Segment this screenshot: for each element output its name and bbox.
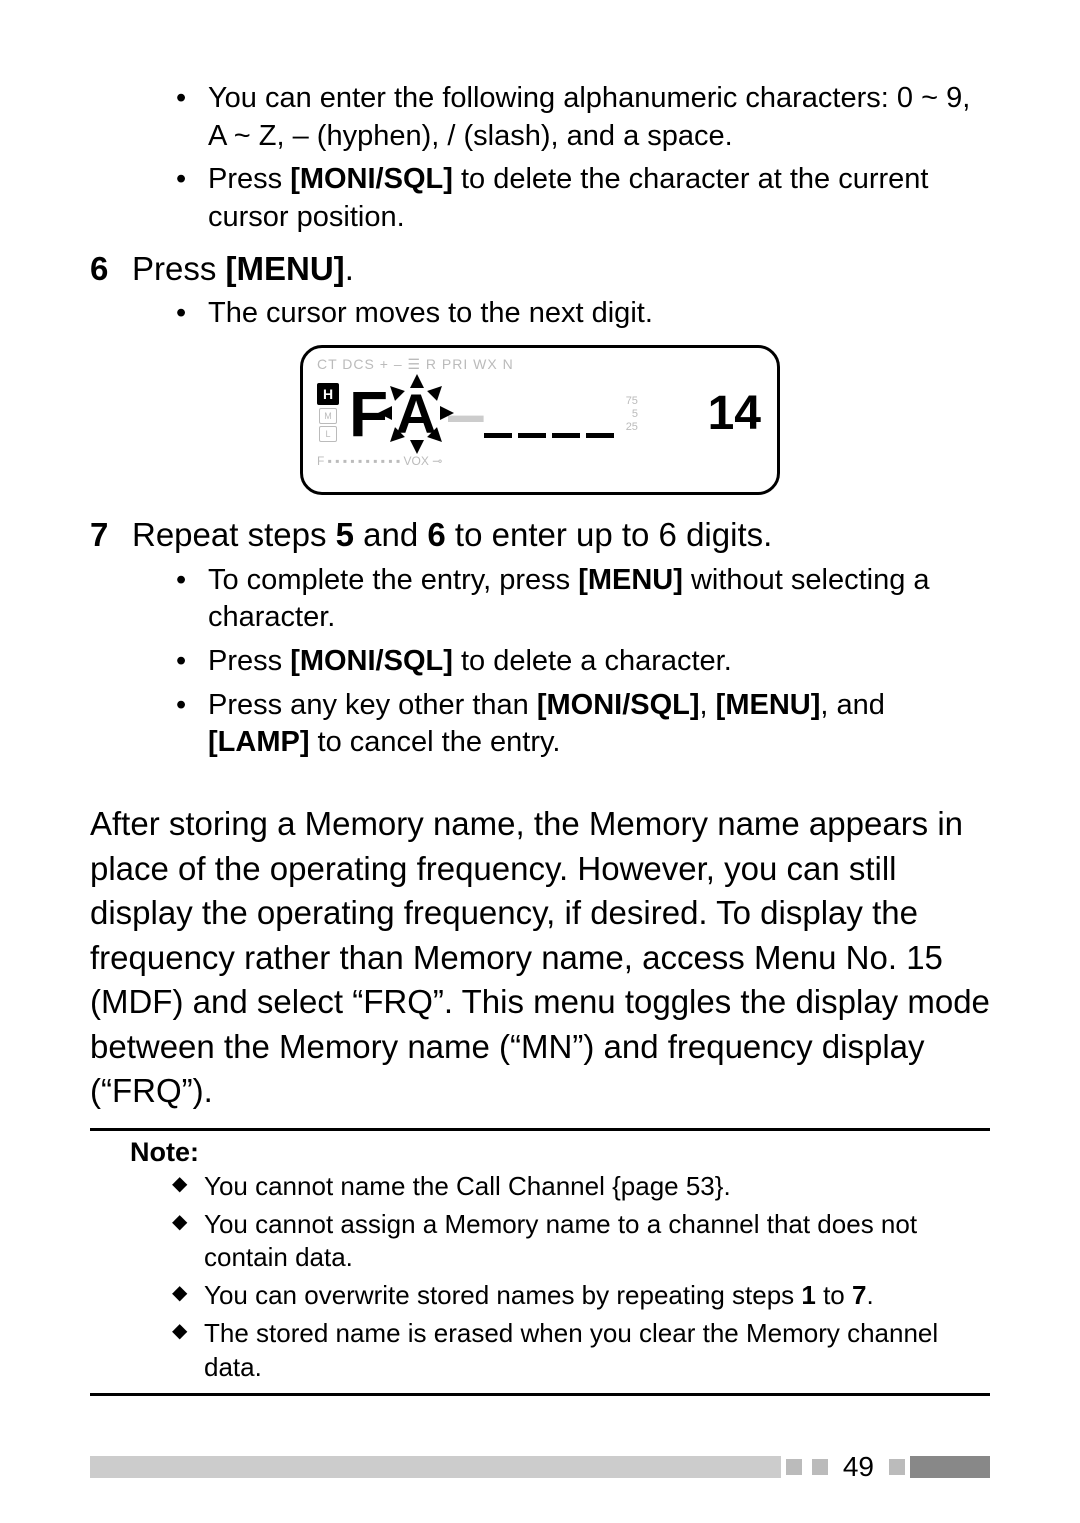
step7-sub-list: To complete the entry, press [MENU] with…	[90, 562, 990, 762]
page-footer: 49	[90, 1451, 990, 1483]
list-item: The stored name is erased when you clear…	[168, 1317, 990, 1385]
step5-sub-list: You can enter the following alphanumeric…	[90, 80, 990, 237]
lcd-bottom-row: F ▪ ▪ ▪ ▪ ▪ ▪ ▪ ▪ ▪ ▪ VOX ⊸	[317, 454, 763, 470]
footer-square	[812, 1459, 828, 1475]
note-title: Note:	[130, 1137, 990, 1168]
list-item: Press any key other than [MONI/SQL], [ME…	[168, 687, 990, 762]
lcd-right-digits: 14	[708, 386, 761, 441]
note-list: You cannot name the Call Channel {page 5…	[90, 1170, 990, 1385]
step-number: 7	[90, 513, 132, 558]
lcd-side-nums: 75 5 25	[626, 395, 638, 433]
list-item: The cursor moves to the next digit.	[168, 295, 990, 333]
footer-bar-left	[90, 1456, 781, 1478]
manual-page: You can enter the following alphanumeric…	[0, 0, 1080, 1523]
footer-square	[889, 1459, 905, 1475]
step-text: Press [MENU].	[132, 247, 990, 292]
lcd-top-row: CT DCS + – ☰ R PRI WX N	[317, 356, 763, 374]
step-7: 7 Repeat steps 5 and 6 to enter up to 6 …	[90, 513, 990, 762]
lcd-figure: CT DCS + – ☰ R PRI WX N H M L F	[300, 345, 780, 495]
footer-square	[786, 1459, 802, 1475]
rule	[90, 1393, 990, 1396]
lcd-badge-M: M	[319, 408, 337, 424]
list-item: You can enter the following alphanumeric…	[168, 80, 990, 155]
step6-sub-list: The cursor moves to the next digit.	[90, 295, 990, 333]
list-item: Press [MONI/SQL] to delete a character.	[168, 643, 990, 681]
lcd-badge-L: L	[319, 426, 337, 442]
list-item: You can overwrite stored names by repeat…	[168, 1279, 990, 1313]
list-item: You cannot name the Call Channel {page 5…	[168, 1170, 990, 1204]
step-number: 6	[90, 247, 132, 292]
lcd-badge-H: H	[317, 383, 339, 405]
list-item: Press [MONI/SQL] to delete the character…	[168, 161, 990, 236]
rule	[90, 1128, 990, 1131]
list-item: To complete the entry, press [MENU] with…	[168, 562, 990, 637]
step-6: 6 Press [MENU]. The cursor moves to the …	[90, 247, 990, 333]
lcd-cursor-burst: A	[386, 384, 446, 444]
lcd-cursor-char: A	[396, 389, 436, 439]
list-item: You cannot assign a Memory name to a cha…	[168, 1208, 990, 1276]
footer-bar-right	[910, 1456, 990, 1478]
step-text: Repeat steps 5 and 6 to enter up to 6 di…	[132, 513, 990, 558]
body-paragraph: After storing a Memory name, the Memory …	[90, 802, 990, 1114]
page-number: 49	[843, 1451, 874, 1483]
